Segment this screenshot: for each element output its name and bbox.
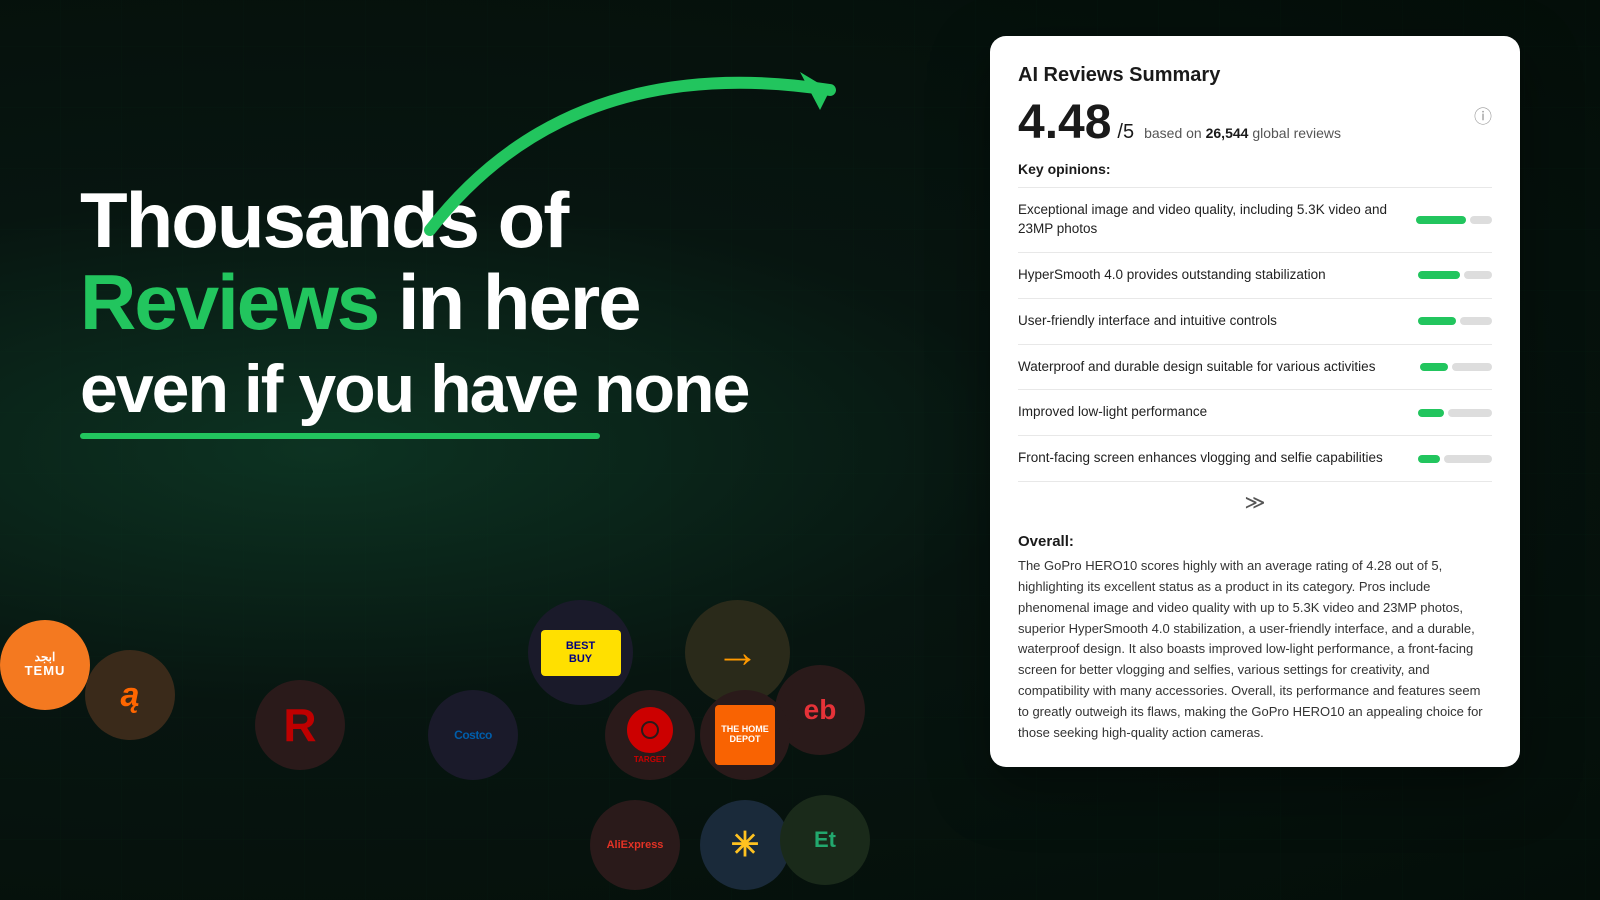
opinion-bar-5 bbox=[1402, 455, 1492, 463]
opinion-row: Exceptional image and video quality, inc… bbox=[1018, 187, 1492, 252]
expand-more-icon[interactable]: ≫ bbox=[1018, 481, 1492, 523]
opinion-bar-2 bbox=[1402, 317, 1492, 325]
rating-row: 4.48 /5 based on 26,544 global reviews ⓘ bbox=[1018, 99, 1492, 147]
target-logo: TARGET bbox=[605, 690, 695, 780]
curved-arrow-icon bbox=[370, 30, 870, 250]
sentiment-bar-neutral bbox=[1444, 455, 1492, 463]
opinion-text-1: HyperSmooth 4.0 provides outstanding sta… bbox=[1018, 266, 1390, 285]
sentiment-bar-positive bbox=[1418, 455, 1440, 463]
bestbuy-inner: BESTBUY bbox=[541, 630, 621, 676]
opinion-text-0: Exceptional image and video quality, inc… bbox=[1018, 201, 1390, 239]
logos-area: ą R BESTBUY Costco → TARGET eb THE HOMED… bbox=[0, 620, 840, 900]
sentiment-bar-positive bbox=[1418, 317, 1456, 325]
homedepot-label: THE HOMEDEPOT bbox=[721, 725, 769, 745]
alibaba-icon: ą bbox=[121, 676, 140, 715]
walmart-logo: ✳ bbox=[700, 800, 790, 890]
rakuten-logo: R bbox=[255, 680, 345, 770]
opinion-text-2: User-friendly interface and intuitive co… bbox=[1018, 312, 1390, 331]
opinion-text-4: Improved low-light performance bbox=[1018, 403, 1390, 422]
aliexpress-logo: AliExpress bbox=[590, 800, 680, 890]
info-icon[interactable]: ⓘ bbox=[1474, 103, 1492, 129]
sentiment-bar-positive bbox=[1416, 216, 1466, 224]
costco-icon: Costco bbox=[454, 728, 492, 742]
amazon-icon: → bbox=[716, 628, 760, 678]
opinion-bar-0 bbox=[1402, 216, 1492, 224]
key-opinions-label: Key opinions: bbox=[1018, 161, 1492, 177]
underline-decoration bbox=[80, 433, 600, 439]
opinions-list: Exceptional image and video quality, inc… bbox=[1018, 187, 1492, 481]
target-bullseye-icon bbox=[627, 707, 673, 753]
headline-part2: in here bbox=[398, 258, 640, 346]
rating-meta: based on 26,544 global reviews bbox=[1144, 125, 1341, 141]
opinion-bar-3 bbox=[1402, 363, 1492, 371]
subline: even if you have none bbox=[80, 354, 760, 425]
sentiment-bar-neutral bbox=[1452, 363, 1492, 371]
sentiment-bar-neutral bbox=[1464, 271, 1492, 279]
homedepot-logo: THE HOMEDEPOT bbox=[700, 690, 790, 780]
panel-title: AI Reviews Summary bbox=[1018, 64, 1492, 87]
etsy-logo: Et bbox=[780, 795, 870, 885]
sentiment-bar-neutral bbox=[1460, 317, 1492, 325]
ai-reviews-panel: AI Reviews Summary 4.48 /5 based on 26,5… bbox=[990, 36, 1520, 767]
opinion-bar-4 bbox=[1402, 409, 1492, 417]
aliexpress-icon: AliExpress bbox=[607, 839, 664, 851]
opinion-text-3: Waterproof and durable design suitable f… bbox=[1018, 358, 1390, 377]
opinion-text-5: Front-facing screen enhances vlogging an… bbox=[1018, 449, 1390, 468]
bestbuy-logo: BESTBUY bbox=[528, 600, 633, 705]
sentiment-bar-positive bbox=[1420, 363, 1448, 371]
amazon-logo: → bbox=[685, 600, 790, 705]
rakuten-icon: R bbox=[283, 698, 316, 752]
target-label: TARGET bbox=[634, 755, 666, 764]
costco-logo: Costco bbox=[428, 690, 518, 780]
green-reviews-word: Reviews bbox=[80, 258, 378, 346]
review-count: 26,544 bbox=[1206, 125, 1249, 141]
sentiment-bar-positive bbox=[1418, 271, 1460, 279]
temu-label: TEMU bbox=[25, 664, 66, 678]
rating-score: 4.48 bbox=[1018, 99, 1111, 147]
ebay-icon: eb bbox=[804, 694, 837, 726]
opinion-row: Improved low-light performance bbox=[1018, 389, 1492, 435]
walmart-icon: ✳ bbox=[731, 825, 760, 865]
opinion-row: Waterproof and durable design suitable f… bbox=[1018, 344, 1492, 390]
opinion-row: User-friendly interface and intuitive co… bbox=[1018, 298, 1492, 344]
overall-text: The GoPro HERO10 scores highly with an a… bbox=[1018, 556, 1492, 743]
opinion-row: Front-facing screen enhances vlogging an… bbox=[1018, 435, 1492, 481]
arrow-container bbox=[370, 30, 870, 250]
rating-out-of: /5 bbox=[1117, 121, 1134, 144]
temu-inner: ابجد TEMU bbox=[0, 620, 90, 710]
alibaba-logo: ą bbox=[85, 650, 175, 740]
overall-label: Overall: bbox=[1018, 523, 1492, 550]
sentiment-bar-neutral bbox=[1470, 216, 1492, 224]
homedepot-box: THE HOMEDEPOT bbox=[715, 705, 775, 765]
temu-logo: ابجد TEMU bbox=[0, 620, 90, 710]
sentiment-bar-positive bbox=[1418, 409, 1444, 417]
opinion-row: HyperSmooth 4.0 provides outstanding sta… bbox=[1018, 252, 1492, 298]
sentiment-bar-neutral bbox=[1448, 409, 1492, 417]
opinion-bar-1 bbox=[1402, 271, 1492, 279]
based-on-text: based on bbox=[1144, 125, 1202, 141]
bestbuy-label: BESTBUY bbox=[566, 640, 595, 664]
etsy-icon: Et bbox=[814, 827, 836, 853]
global-reviews-text: global reviews bbox=[1252, 125, 1341, 141]
